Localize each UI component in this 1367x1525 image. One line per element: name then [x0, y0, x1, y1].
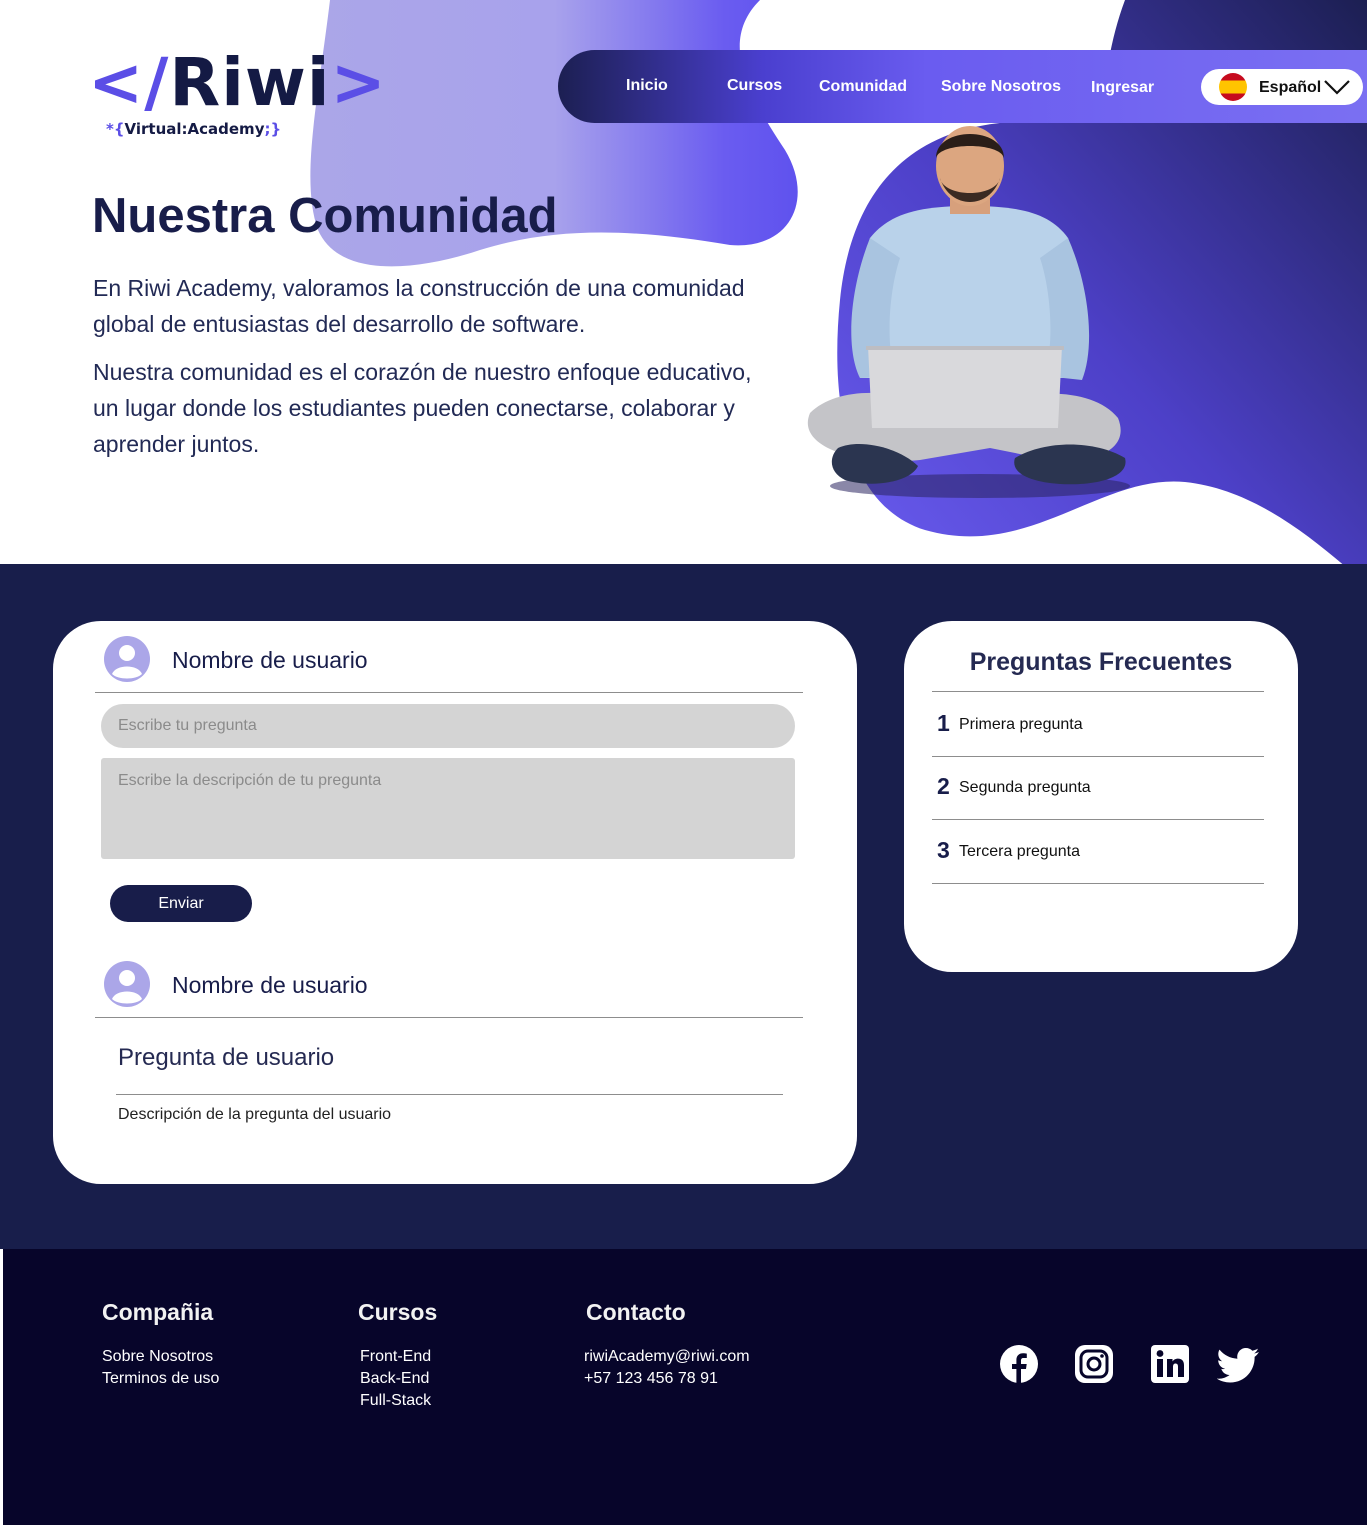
footer-edge	[0, 1249, 3, 1525]
questions-card: Nombre de usuario Enviar Nombre de usuar…	[53, 621, 857, 1184]
nav-link-inicio[interactable]: Inicio	[626, 77, 668, 95]
footer-link-front-end[interactable]: Front-End	[360, 1346, 431, 1368]
divider	[932, 883, 1264, 884]
footer-contact-email[interactable]: riwiAcademy@riwi.com	[584, 1346, 750, 1368]
footer-heading-courses: Cursos	[358, 1299, 438, 1325]
hero-paragraph-1: En Riwi Academy, valoramos la construcci…	[93, 275, 745, 337]
divider	[95, 692, 803, 693]
divider	[932, 756, 1264, 757]
faq-item[interactable]: 3 Tercera pregunta	[937, 837, 1267, 877]
footer-link-back-end[interactable]: Back-End	[360, 1368, 429, 1390]
language-label: Español	[1259, 79, 1322, 96]
nav-link-comunidad[interactable]: Comunidad	[819, 78, 907, 96]
footer-heading-company: Compañia	[102, 1299, 214, 1325]
divider	[932, 819, 1264, 820]
divider	[932, 691, 1264, 692]
post-question-description: Descripción de la pregunta del usuario	[118, 1106, 392, 1123]
instagram-icon[interactable]	[1073, 1343, 1115, 1385]
question-description-textarea[interactable]	[101, 758, 795, 859]
community-section: Nombre de usuario Enviar Nombre de usuar…	[0, 564, 1367, 1252]
logo-wordmark: </Riwi>	[88, 44, 387, 121]
riwi-logo[interactable]: </Riwi> *{Virtual:Academy;}	[88, 44, 386, 149]
faq-card: Preguntas Frecuentes 1 Primera pregunta …	[904, 621, 1298, 972]
logo-tagline: *{Virtual:Academy;}	[106, 120, 282, 138]
linkedin-icon[interactable]	[1149, 1343, 1191, 1385]
footer-link-sobre-nosotros[interactable]: Sobre Nosotros	[102, 1346, 213, 1368]
faq-item-label: Tercera pregunta	[959, 843, 1080, 860]
nav-link-cursos[interactable]: Cursos	[727, 77, 782, 95]
footer-link-terminos[interactable]: Terminos de uso	[102, 1368, 219, 1390]
divider	[116, 1094, 783, 1095]
page: </Riwi> *{Virtual:Academy;} Inicio Curso…	[0, 0, 1367, 1525]
user-avatar-icon	[104, 961, 150, 1007]
faq-item-number: 2	[937, 773, 950, 799]
send-button[interactable]: Enviar	[110, 885, 252, 922]
post-question-title: Pregunta de usuario	[118, 1044, 335, 1071]
chevron-down-icon	[1324, 80, 1350, 95]
post-username: Nombre de usuario	[172, 972, 368, 998]
footer-contact-phone[interactable]: +57 123 456 78 91	[584, 1368, 718, 1390]
spain-flag-icon	[1219, 73, 1247, 101]
faq-item[interactable]: 1 Primera pregunta	[937, 710, 1267, 750]
faq-item[interactable]: 2 Segunda pregunta	[937, 773, 1267, 813]
question-input[interactable]	[101, 704, 795, 748]
page-title: Nuestra Comunidad	[92, 189, 558, 243]
form-username: Nombre de usuario	[172, 647, 368, 673]
twitter-icon[interactable]	[1217, 1343, 1261, 1385]
footer-link-full-stack[interactable]: Full-Stack	[360, 1390, 431, 1412]
faq-item-label: Primera pregunta	[959, 716, 1083, 733]
site-footer: Compañia Sobre Nosotros Terminos de uso …	[0, 1249, 1367, 1525]
faq-title: Preguntas Frecuentes	[969, 648, 1233, 676]
facebook-icon[interactable]	[998, 1343, 1040, 1385]
footer-heading-contact: Contacto	[586, 1299, 686, 1325]
hero-paragraph-2: Nuestra comunidad es el corazón de nuest…	[93, 359, 752, 457]
faq-item-label: Segunda pregunta	[959, 779, 1091, 796]
nav-link-sobre-nosotros[interactable]: Sobre Nosotros	[941, 78, 1061, 96]
hero-section: </Riwi> *{Virtual:Academy;} Inicio Curso…	[0, 0, 1367, 565]
language-selector[interactable]: Español	[1201, 69, 1363, 105]
faq-item-number: 1	[937, 710, 950, 736]
user-avatar-icon	[104, 636, 150, 682]
divider	[95, 1017, 803, 1018]
nav-link-ingresar[interactable]: Ingresar	[1091, 79, 1154, 97]
student-with-laptop-illustration	[807, 126, 1130, 498]
faq-item-number: 3	[937, 837, 950, 863]
